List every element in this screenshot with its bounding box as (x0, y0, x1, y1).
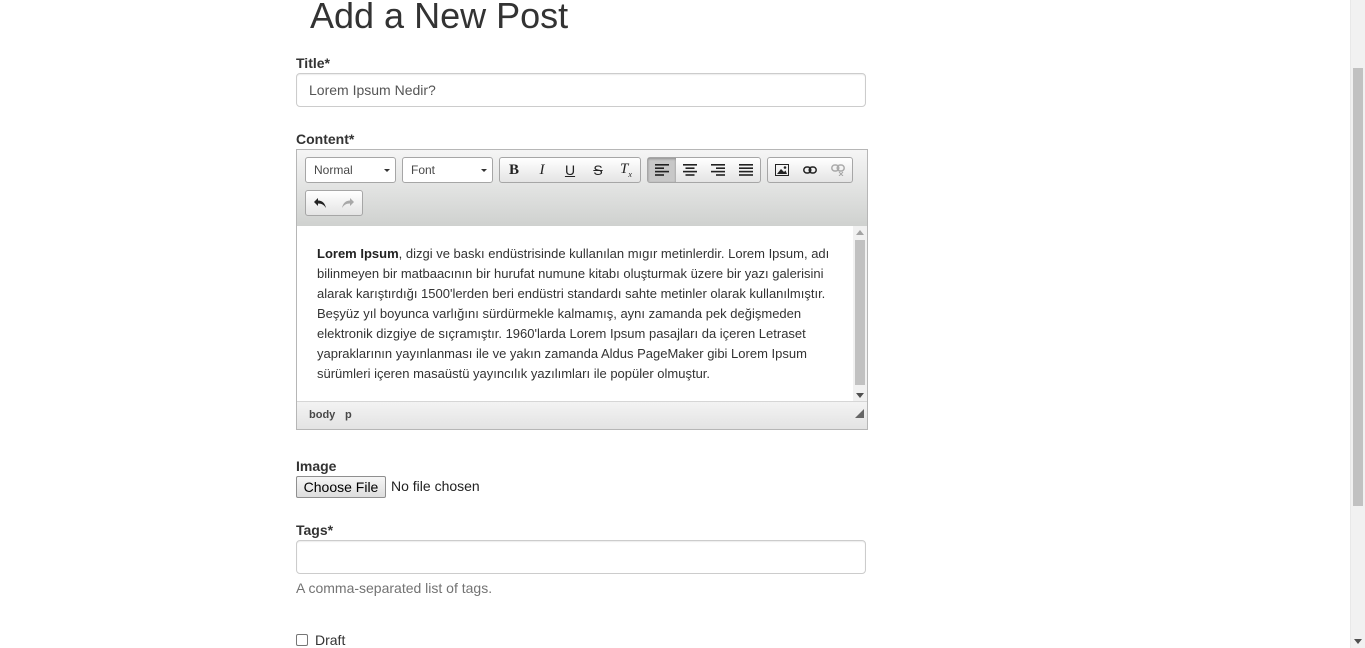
underline-button[interactable]: U (556, 158, 584, 182)
format-combo-label: Normal (314, 163, 353, 177)
editor-path-bar: body p (297, 401, 867, 429)
path-item-p[interactable]: p (345, 409, 352, 421)
image-label: Image (296, 458, 337, 474)
bold-button[interactable]: B (500, 158, 528, 182)
page-scrollbar[interactable] (1350, 0, 1365, 648)
unlink-button[interactable] (824, 158, 852, 182)
choose-file-button[interactable]: Choose File (296, 476, 386, 498)
editor-scrollbar[interactable] (853, 226, 867, 402)
remove-format-icon: Tx (620, 161, 632, 179)
editor-toolbar: Normal Font B I U S Tx (297, 150, 867, 227)
page-scrollbar-thumb[interactable] (1353, 68, 1363, 506)
scroll-down-icon[interactable] (1354, 639, 1362, 644)
content-label: Content* (296, 131, 355, 147)
title-input[interactable] (296, 73, 866, 107)
strikethrough-button[interactable]: S (584, 158, 612, 182)
align-left-icon (655, 164, 669, 176)
remove-format-button[interactable]: Tx (612, 158, 640, 182)
align-right-button[interactable] (704, 158, 732, 182)
content-text: , dizgi ve baskı endüstrisinde kullanıla… (317, 246, 830, 381)
justify-button[interactable] (732, 158, 760, 182)
insert-group (767, 157, 853, 183)
editor-content-area[interactable]: Lorem Ipsum, dizgi ve baskı endüstrisind… (297, 226, 867, 402)
tags-input[interactable] (296, 540, 866, 574)
file-status: No file chosen (391, 478, 480, 494)
scroll-up-icon[interactable] (856, 230, 864, 235)
format-combo[interactable]: Normal (305, 157, 396, 183)
editor-scrollbar-thumb[interactable] (855, 240, 865, 385)
editor-content[interactable]: Lorem Ipsum, dizgi ve baskı endüstrisind… (317, 244, 837, 384)
resize-grip-icon[interactable] (855, 409, 864, 418)
page-title: Add a New Post (310, 0, 569, 36)
align-right-icon (711, 164, 725, 176)
italic-button[interactable]: I (528, 158, 556, 182)
title-label: Title* (296, 55, 330, 71)
undo-button[interactable] (306, 191, 334, 215)
justify-icon (739, 164, 753, 176)
tags-label: Tags* (296, 522, 334, 538)
draft-label[interactable]: Draft (315, 632, 345, 648)
unlink-icon (831, 164, 845, 176)
image-icon (775, 164, 789, 176)
insert-image-button[interactable] (768, 158, 796, 182)
basic-styles-group: B I U S Tx (499, 157, 641, 183)
redo-icon (342, 198, 354, 208)
font-combo-label: Font (411, 163, 436, 177)
chevron-down-icon (384, 169, 390, 172)
rich-text-editor: Normal Font B I U S Tx Lorem Ipsum, dizg… (296, 149, 868, 430)
font-combo[interactable]: Font (402, 157, 493, 183)
page: Add a New Post Title* Content* Normal Fo… (0, 0, 1365, 648)
link-icon (803, 166, 817, 174)
path-item-body[interactable]: body (309, 409, 335, 421)
align-center-icon (683, 164, 697, 176)
content-bold-text: Lorem Ipsum (317, 246, 399, 261)
draft-checkbox[interactable] (296, 634, 308, 646)
tags-help-text: A comma-separated list of tags. (296, 580, 493, 596)
redo-button[interactable] (334, 191, 362, 215)
align-left-button[interactable] (648, 158, 676, 182)
history-group (305, 190, 363, 216)
scroll-down-icon[interactable] (856, 393, 864, 398)
align-group (647, 157, 761, 183)
undo-icon (314, 198, 326, 208)
chevron-down-icon (481, 169, 487, 172)
align-center-button[interactable] (676, 158, 704, 182)
insert-link-button[interactable] (796, 158, 824, 182)
